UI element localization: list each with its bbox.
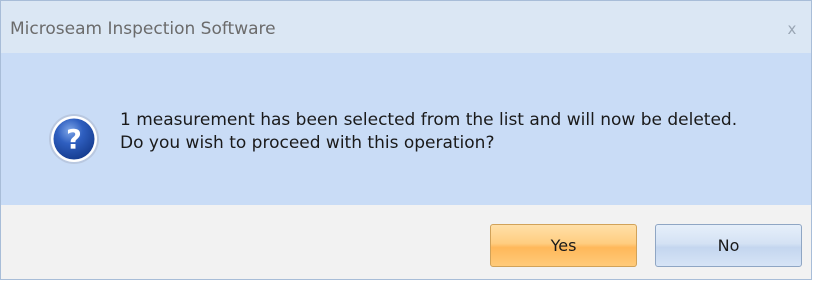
no-button[interactable]: No (655, 224, 802, 267)
message-line-2: Do you wish to proceed with this operati… (120, 133, 495, 153)
dialog-message: 1 measurement has been selected from the… (120, 109, 737, 155)
question-icon: ? (49, 114, 99, 164)
message-line-1: 1 measurement has been selected from the… (120, 110, 738, 130)
message-dialog: Microseam Inspection Software x ? 1 meas… (0, 0, 812, 280)
svg-text:?: ? (66, 125, 82, 156)
close-button[interactable]: x (779, 17, 805, 41)
yes-button[interactable]: Yes (490, 224, 637, 267)
title-bar[interactable]: Microseam Inspection Software x (1, 1, 811, 53)
message-area: ? 1 measurement has been selected from t… (1, 53, 811, 205)
dialog-title: Microseam Inspection Software (10, 19, 276, 39)
